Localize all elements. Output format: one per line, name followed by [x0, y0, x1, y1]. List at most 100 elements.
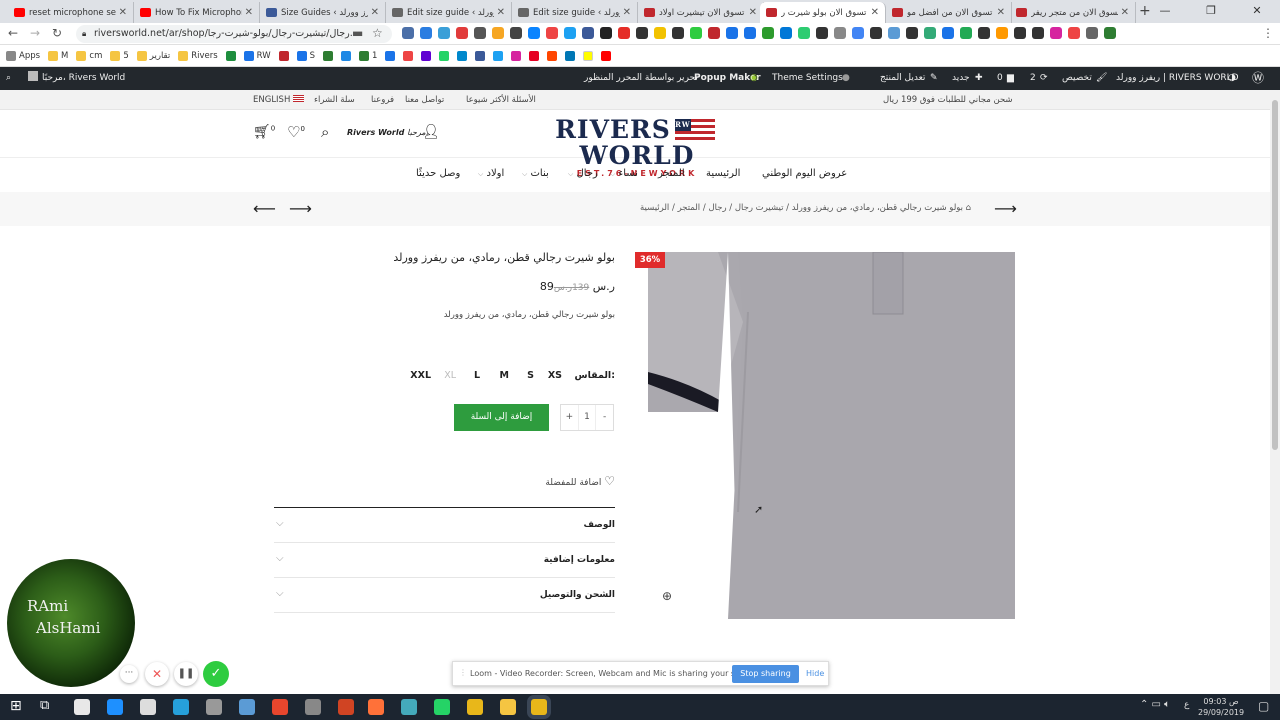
bookmark-item[interactable]	[493, 50, 504, 61]
browser-tab[interactable]: reset microphone setting✕	[8, 2, 134, 23]
file-explorer-icon[interactable]	[500, 699, 516, 715]
zoom-icon[interactable]: ⊕	[655, 585, 679, 609]
extension-icon[interactable]	[744, 27, 756, 39]
bookmark-item[interactable]	[601, 50, 612, 61]
cart-link[interactable]: سلة الشراء	[314, 90, 355, 110]
bookmark-item[interactable]	[529, 50, 540, 61]
app-icon[interactable]	[239, 699, 255, 715]
extension-icon[interactable]	[780, 27, 792, 39]
extension-icon[interactable]	[546, 27, 558, 39]
cast-icon[interactable]: ▬	[352, 26, 363, 40]
extension-icon[interactable]	[978, 27, 990, 39]
calculator-icon[interactable]	[140, 699, 156, 715]
extension-icon[interactable]	[960, 27, 972, 39]
browser-tab-active[interactable]: تسوق الان بولو شيرت ر ✕	[760, 2, 886, 23]
close-tab-icon[interactable]: ✕	[623, 7, 631, 18]
bookmark-item[interactable]	[403, 50, 414, 61]
extension-icon[interactable]	[420, 27, 432, 39]
product-image[interactable]	[648, 252, 1015, 619]
bookmark-item[interactable]: Rivers	[178, 50, 218, 61]
firefox-icon[interactable]	[368, 699, 384, 715]
stop-sharing-button[interactable]: Stop sharing	[732, 665, 799, 683]
language-switcher[interactable]: ENGLISH	[253, 90, 305, 110]
nav-item-home[interactable]: الرئيسية	[706, 158, 740, 190]
visual-editor-link[interactable]: تحرير بواسطة المحرر المنظور	[584, 67, 698, 90]
nav-item-shop[interactable]: المتجر	[658, 158, 685, 190]
cart-icon[interactable]: 🛒︎0	[253, 124, 275, 140]
branches-link[interactable]: فروعنا	[371, 90, 394, 110]
size-option-l[interactable]: L	[474, 370, 480, 381]
minimize-icon[interactable]: —	[1142, 0, 1188, 23]
close-tab-icon[interactable]: ✕	[997, 7, 1005, 18]
bookmark-item[interactable]	[385, 50, 396, 61]
bookmark-item[interactable]: 1	[359, 50, 377, 61]
close-tab-icon[interactable]: ✕	[497, 7, 505, 18]
size-option-xl[interactable]: XL	[444, 370, 456, 381]
extension-icon[interactable]	[816, 27, 828, 39]
whatsapp-icon[interactable]	[434, 699, 450, 715]
extension-icon[interactable]	[564, 27, 576, 39]
bookmark-item[interactable]	[278, 50, 289, 61]
extension-icon[interactable]	[474, 27, 486, 39]
extension-icon[interactable]	[762, 27, 774, 39]
extension-icon[interactable]	[402, 27, 414, 39]
drag-handle-icon[interactable]: ⋮	[459, 668, 467, 677]
tab-shipping[interactable]: ⌵ الشحن والتوصيل	[274, 578, 615, 613]
nav-item-men[interactable]: ⌵ رجال	[568, 158, 598, 190]
extension-icon[interactable]	[1032, 27, 1044, 39]
hide-button[interactable]: Hide	[806, 669, 824, 678]
bookmark-item[interactable]	[323, 50, 334, 61]
app-icon[interactable]	[272, 699, 288, 715]
bookmark-item[interactable]: cm	[76, 50, 102, 61]
extension-icon[interactable]	[834, 27, 846, 39]
bookmark-item[interactable]	[511, 50, 522, 61]
extension-icon[interactable]	[726, 27, 738, 39]
back-icon[interactable]: ←	[8, 26, 18, 40]
back-arrow-icon[interactable]: ⟶	[994, 199, 1017, 218]
tab-additional-info[interactable]: ⌵ معلومات إضافية	[274, 543, 615, 578]
bookmark-item[interactable]: 5	[110, 50, 129, 61]
forward-icon[interactable]: →	[30, 26, 40, 40]
notifications-icon[interactable]: ▢	[1258, 699, 1269, 713]
browser-tab[interactable]: تسوق الان من متجر ريفر ✕	[1010, 2, 1136, 23]
size-option-s[interactable]: S	[527, 370, 534, 381]
bookmark-item[interactable]	[439, 50, 450, 61]
browser-tab[interactable]: Edit size guide ‹ ريفرز وورلد✕	[512, 2, 638, 23]
site-logo[interactable]: RIVERS RW WORLD EST.76-NEWYORK	[500, 117, 774, 178]
wishlist-icon[interactable]: ♡0	[287, 123, 305, 141]
close-tab-icon[interactable]: ✕	[749, 7, 757, 18]
url-field[interactable]: 🔒︎ riversworld.net/ar/shop/رجال/تيشيرت-رج…	[76, 25, 392, 43]
close-window-icon[interactable]: ✕	[1234, 0, 1280, 23]
site-name-link[interactable]: ريفرز وورلد | RIVERS WORLD	[1116, 67, 1239, 90]
contact-link[interactable]: تواصل معنا	[405, 90, 444, 110]
add-to-wishlist[interactable]: اضافة للمفضلة ♡	[520, 474, 615, 488]
close-tab-icon[interactable]: ✕	[119, 7, 127, 18]
size-option-xxl[interactable]: XXL	[410, 370, 431, 381]
comments-count[interactable]: 0	[997, 67, 1003, 90]
extension-icon[interactable]	[654, 27, 666, 39]
more-options-icon[interactable]: ···	[120, 665, 138, 683]
nav-item-boys[interactable]: ⌵ اولاد	[478, 158, 504, 190]
nav-item-new-arrivals[interactable]: وصل حديثًا	[416, 158, 460, 190]
input-language[interactable]: ع	[1184, 700, 1189, 710]
nav-item-girls[interactable]: ⌵ بنات	[522, 158, 549, 190]
extension-icon[interactable]	[456, 27, 468, 39]
browser-tab[interactable]: How To Fix Microphone✕	[134, 2, 260, 23]
bookmark-item[interactable]	[421, 50, 432, 61]
browser-tab[interactable]: Size Guides ‹ ريفرز وورلد✕	[260, 2, 386, 23]
size-option-xs[interactable]: XS	[548, 370, 562, 381]
qty-minus-button[interactable]: -	[595, 405, 613, 430]
menu-icon[interactable]: ⋮	[1262, 26, 1274, 40]
extension-icon[interactable]	[852, 27, 864, 39]
nav-item-women[interactable]: ⌵ نساء	[610, 158, 638, 190]
tray-icons[interactable]: ⌃ ▭ 🔈︎	[1140, 699, 1170, 710]
extension-icon[interactable]	[906, 27, 918, 39]
extension-icon[interactable]	[636, 27, 648, 39]
bookmark-item[interactable]	[583, 50, 594, 61]
bookmark-item[interactable]: S	[296, 50, 315, 61]
extension-icon[interactable]	[996, 27, 1008, 39]
close-tab-icon[interactable]: ✕	[1121, 7, 1129, 18]
bookmark-item[interactable]	[457, 50, 468, 61]
cancel-recording-icon[interactable]: ✕	[145, 662, 169, 686]
bookmark-item[interactable]	[475, 50, 486, 61]
